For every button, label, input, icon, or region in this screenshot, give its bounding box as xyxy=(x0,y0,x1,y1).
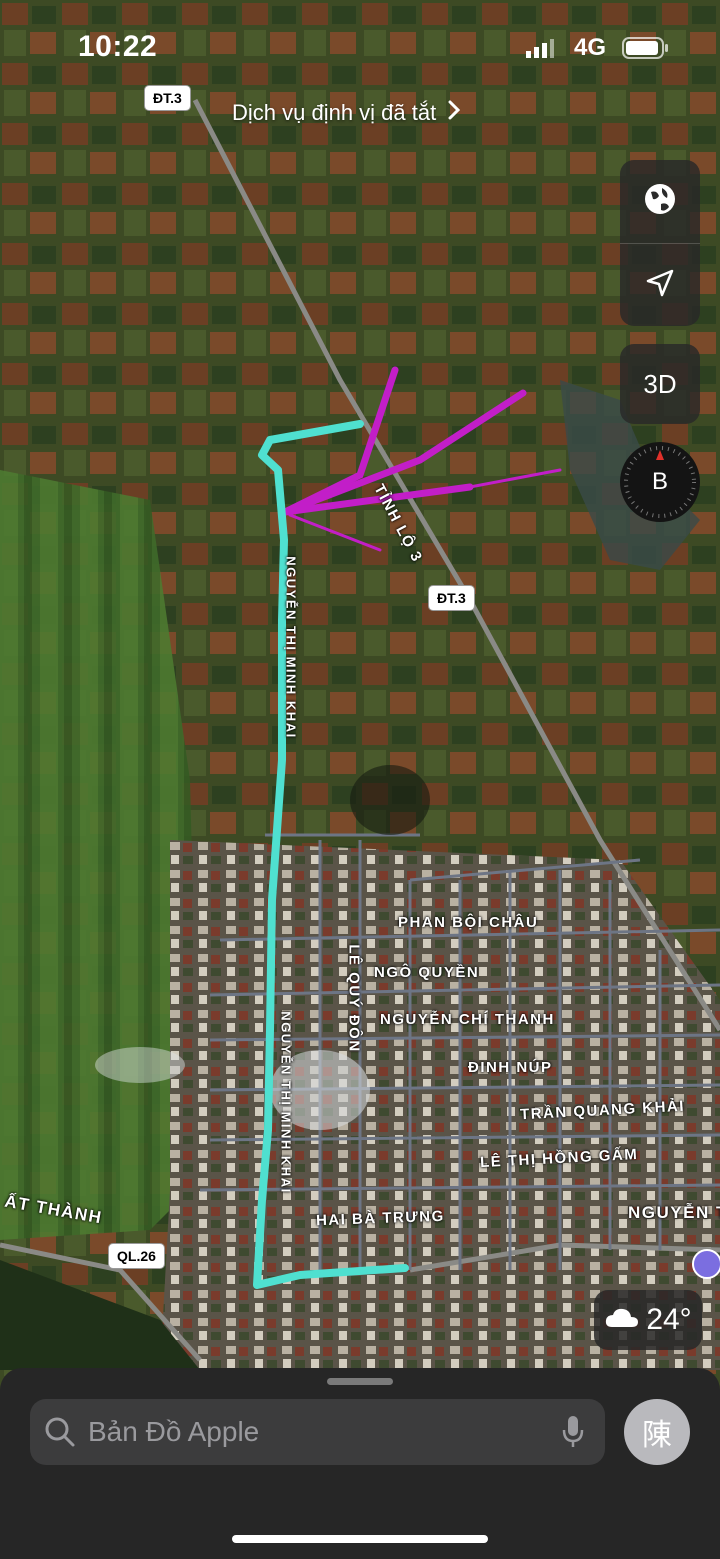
network-type: 4G xyxy=(574,34,607,61)
sheet-grabber[interactable] xyxy=(327,1378,393,1385)
globe-icon xyxy=(643,182,677,221)
microphone-icon[interactable] xyxy=(562,1415,584,1454)
street-label-nguyen-thi-minh-khai-lower: NGUYỄN THỊ MINH KHAI xyxy=(278,1011,294,1194)
chevron-right-icon xyxy=(448,100,461,126)
cloud-icon xyxy=(604,1303,640,1337)
avatar[interactable]: 陳 xyxy=(624,1399,690,1465)
street-label-nguyen-right: NGUYỄN T xyxy=(628,1203,720,1222)
temperature-text: 24° xyxy=(646,1303,692,1336)
search-icon xyxy=(44,1416,76,1453)
street-label-dinh-nup: ĐINH NÚP xyxy=(468,1059,553,1076)
road-badge-ql26: QL.26 xyxy=(108,1243,165,1269)
search-input[interactable]: Bản Đồ Apple xyxy=(88,1416,259,1448)
home-indicator[interactable] xyxy=(232,1535,488,1543)
street-label-phan-boi-chau: PHAN BỘI CHÂU xyxy=(398,914,539,931)
street-label-le-quy-don: LÊ QUÝ ĐÔN xyxy=(345,944,363,1053)
signal-icon xyxy=(526,38,554,58)
street-label-nguyen-thi-minh-khai-upper: NGUYỄN THỊ MINH KHAI xyxy=(283,556,299,739)
street-label-nguyen-chi-thanh: NGUYỄN CHÍ THANH xyxy=(380,1011,555,1028)
bottom-sheet[interactable]: Bản Đồ Apple 陳 xyxy=(0,1368,720,1559)
compass-button[interactable]: B xyxy=(620,442,700,522)
location-services-text: Dịch vụ định vị đã tắt xyxy=(232,100,437,125)
status-time: 10:22 xyxy=(78,30,158,63)
compass-north-label: B xyxy=(651,468,668,495)
status-bar: 10:22 4G xyxy=(0,0,720,90)
hotel-pin-icon[interactable] xyxy=(692,1249,720,1279)
map-controls xyxy=(620,160,700,326)
location-services-banner[interactable]: Dịch vụ định vị đã tắt xyxy=(232,100,461,126)
3d-toggle-button[interactable]: 3D xyxy=(620,344,700,424)
search-bar[interactable]: Bản Đồ Apple xyxy=(30,1399,605,1465)
battery-icon xyxy=(622,37,670,64)
current-location-button[interactable] xyxy=(620,244,700,326)
street-label-ngo-quyen: NGÔ QUYỀN xyxy=(374,964,480,981)
weather-widget[interactable]: 24° xyxy=(594,1290,702,1350)
road-badge-dt3-mid: ĐT.3 xyxy=(428,585,475,611)
location-arrow-icon xyxy=(644,267,676,304)
map-style-button[interactable] xyxy=(620,160,700,242)
